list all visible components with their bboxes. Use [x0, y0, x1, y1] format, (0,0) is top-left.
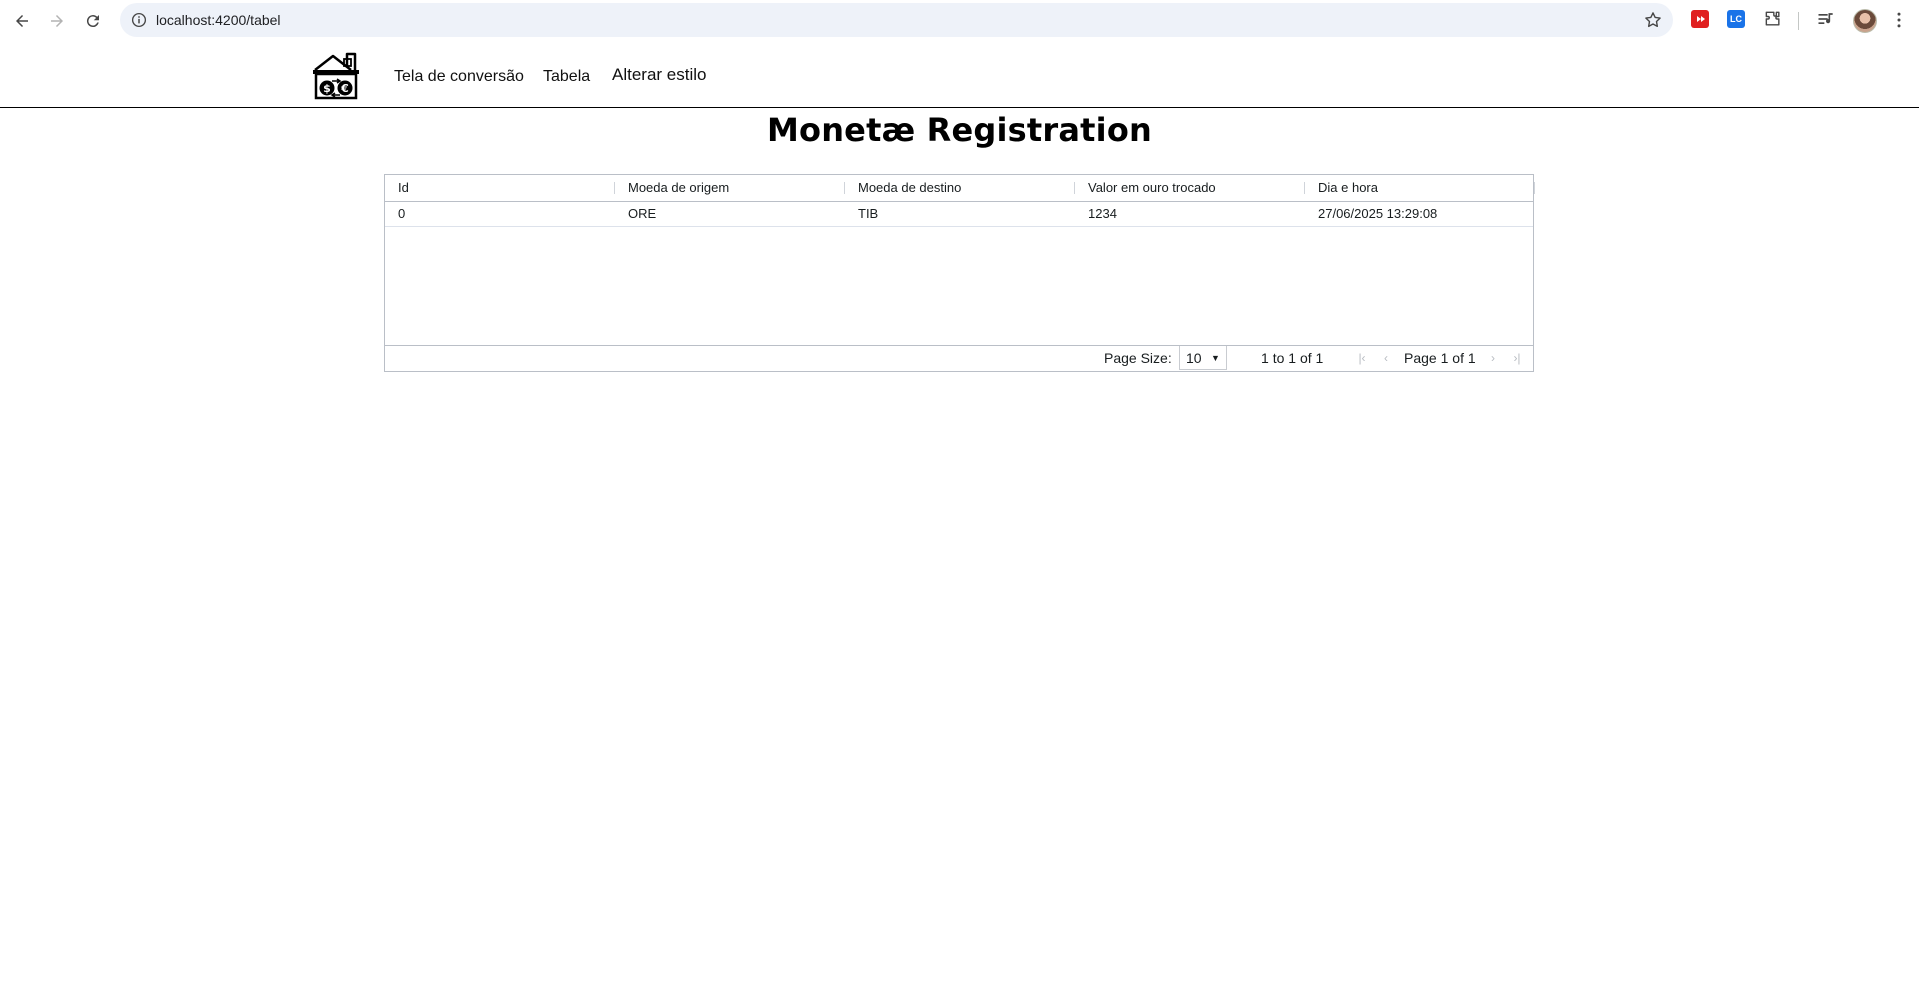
url-text: localhost:4200/tabel — [156, 12, 281, 28]
nav-link-table[interactable]: Tabela — [543, 68, 590, 86]
cell-id[interactable]: 0 — [385, 201, 615, 226]
browser-toolbar: localhost:4200/tabel LC — [0, 0, 1919, 43]
svg-text:€: € — [340, 82, 349, 95]
exchange-house-logo[interactable]: $ € — [311, 50, 363, 100]
page-current: 1 — [1440, 350, 1449, 366]
nav-link-conversion[interactable]: Tela de conversão — [394, 68, 524, 86]
summary-to-word: to — [1272, 350, 1285, 366]
column-resize-handle[interactable] — [1534, 182, 1535, 194]
cell-origin-currency[interactable]: ORE — [615, 201, 845, 226]
more-menu-icon[interactable] — [1889, 10, 1909, 30]
chevron-down-icon: ▼ — [1211, 353, 1220, 363]
column-header-id[interactable]: Id — [385, 175, 615, 201]
extensions-icon[interactable] — [1763, 9, 1783, 29]
page-of-word: of — [1452, 350, 1464, 366]
column-header-date-time[interactable]: Dia e hora — [1305, 175, 1535, 201]
app-navbar: $ € Tela de conversão Tabela Alterar est… — [0, 42, 1919, 108]
row-summary: 1 to 1 of 1 — [1261, 350, 1323, 366]
column-header-origin-currency[interactable]: Moeda de origem — [615, 175, 845, 201]
page-total: 1 — [1467, 350, 1476, 366]
site-info-icon[interactable] — [130, 11, 148, 29]
cell-destination-currency[interactable]: TIB — [845, 201, 1075, 226]
summary-to: 1 — [1288, 350, 1297, 366]
column-header-label: Moeda de destino — [858, 180, 962, 195]
bookmark-star-icon[interactable] — [1643, 10, 1663, 30]
leetcode-extension-icon[interactable]: LC — [1727, 10, 1745, 28]
table-row[interactable]: 0 ORE TIB 1234 27/06/2025 13:29:08 — [385, 201, 1533, 227]
summary-total: 1 — [1315, 350, 1324, 366]
address-bar[interactable]: localhost:4200/tabel — [120, 3, 1673, 37]
column-header-gold-value[interactable]: Valor em ouro trocado — [1075, 175, 1305, 201]
youtube-extension-icon[interactable] — [1691, 10, 1709, 28]
reload-icon[interactable] — [78, 6, 108, 36]
page-indicator: Page 1 of 1 — [1404, 350, 1476, 366]
next-page-icon[interactable]: › — [1486, 350, 1500, 366]
table-header: Id Moeda de origem Moeda de destino Valo… — [385, 175, 1535, 202]
column-header-destination-currency[interactable]: Moeda de destino — [845, 175, 1075, 201]
last-page-icon[interactable]: ›| — [1510, 350, 1524, 366]
summary-of-word: of — [1299, 350, 1312, 366]
page-word: Page — [1404, 350, 1437, 366]
forward-icon[interactable] — [42, 6, 72, 36]
toolbar-divider — [1798, 12, 1799, 30]
column-header-label: Dia e hora — [1318, 180, 1378, 195]
media-icon[interactable] — [1816, 9, 1836, 29]
page-title: Monetæ Registration — [766, 111, 1153, 149]
svg-text:$: $ — [323, 82, 331, 95]
column-header-label: Moeda de origem — [628, 180, 730, 195]
summary-from: 1 — [1261, 350, 1269, 366]
leetcode-extension-label: LC — [1730, 14, 1742, 24]
page-size-value: 10 — [1186, 350, 1202, 366]
first-page-icon[interactable]: |‹ — [1355, 350, 1369, 366]
column-header-label: Valor em ouro trocado — [1088, 180, 1216, 195]
nav-link-change-style[interactable]: Alterar estilo — [612, 65, 706, 85]
cell-gold-value[interactable]: 1234 — [1075, 201, 1305, 226]
page-size-label: Page Size: — [1104, 350, 1172, 366]
registration-table: Id Moeda de origem Moeda de destino Valo… — [384, 174, 1535, 372]
back-icon[interactable] — [7, 6, 37, 36]
pagination-panel: Page Size: 10 ▼ 1 to 1 of 1 |‹ ‹ Page 1 … — [385, 345, 1533, 371]
page-size-select[interactable]: 10 ▼ — [1179, 346, 1227, 370]
cell-date-time[interactable]: 27/06/2025 13:29:08 — [1305, 201, 1535, 226]
profile-avatar[interactable] — [1853, 9, 1877, 33]
previous-page-icon[interactable]: ‹ — [1379, 350, 1393, 366]
column-header-label: Id — [398, 180, 409, 195]
